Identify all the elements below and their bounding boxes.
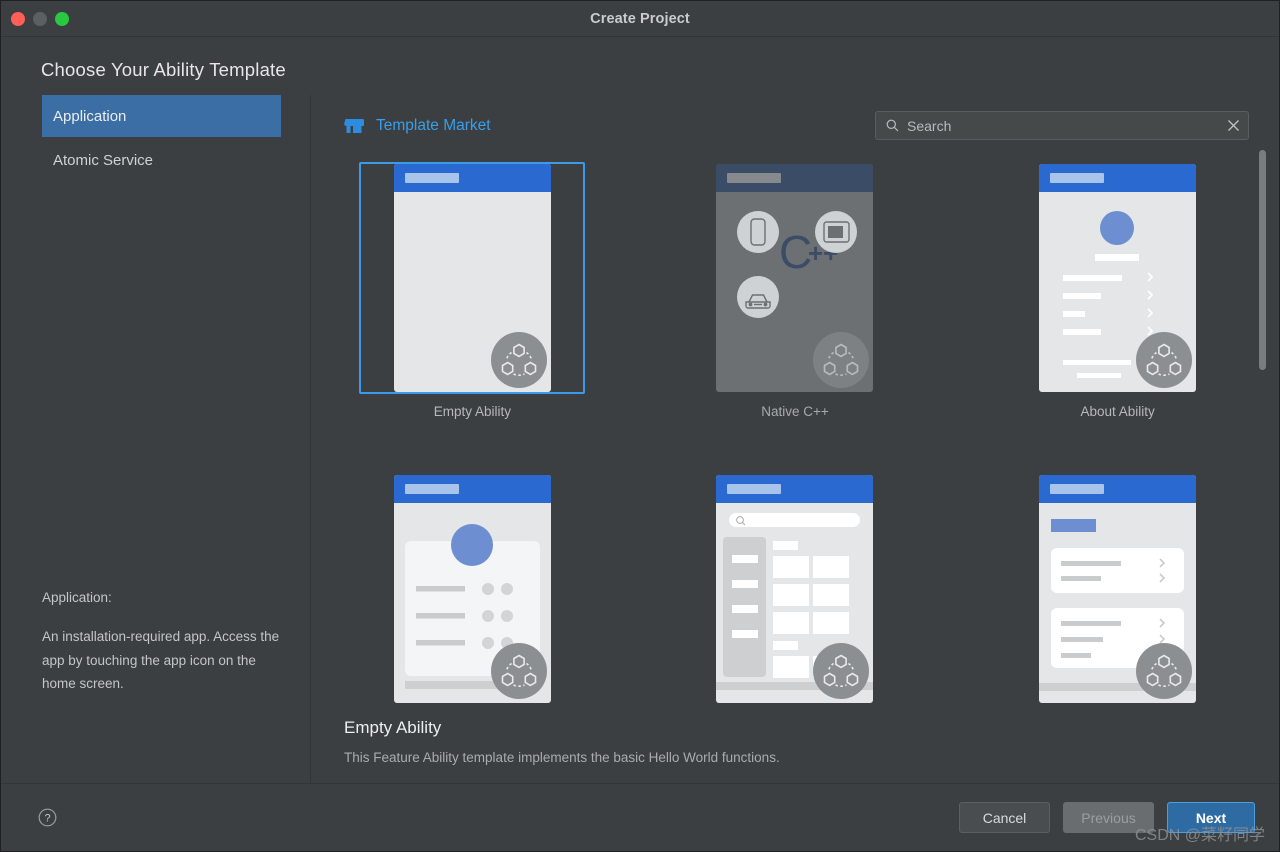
- template-detail-description: This Feature Ability template implements…: [344, 750, 780, 765]
- template-label: About Ability: [1080, 404, 1155, 419]
- template-preview-category: [716, 475, 874, 703]
- template-label: Native C++: [761, 404, 829, 419]
- template-detail: Empty Ability This Feature Ability templ…: [311, 718, 1279, 783]
- template-thumbnail[interactable]: [1005, 162, 1231, 394]
- harmony-badge-icon: [490, 643, 547, 699]
- search-placeholder: Search: [907, 117, 952, 134]
- harmony-badge-icon: [813, 332, 870, 388]
- category-list: Application Atomic Service: [1, 95, 310, 181]
- template-browser: Template Market Search Empty Ability C +…: [311, 95, 1279, 783]
- mock-title-pill: [1050, 173, 1105, 183]
- template-thumbnail[interactable]: C ++: [682, 162, 908, 394]
- footer-buttons: Cancel Previous Next: [959, 802, 1255, 833]
- template-preview-native: C ++: [716, 164, 874, 392]
- market-row: Template Market Search: [311, 95, 1279, 140]
- template-preview-empty: [393, 164, 551, 392]
- search-input[interactable]: Search: [875, 111, 1249, 140]
- title-bar: Create Project: [1, 1, 1279, 37]
- template-preview-profile: [393, 475, 551, 703]
- store-icon: [344, 117, 365, 135]
- template-preview-settings: [1039, 475, 1197, 703]
- mock-title-pill: [727, 173, 782, 183]
- window-title: Create Project: [590, 10, 690, 27]
- dialog-body: Choose Your Ability Template Application…: [1, 37, 1279, 783]
- template-thumbnail[interactable]: [682, 473, 908, 705]
- template-thumbnail[interactable]: [1005, 473, 1231, 705]
- harmony-badge-icon: [1136, 332, 1193, 388]
- template-card-category[interactable]: [680, 473, 910, 715]
- search-icon: [886, 119, 899, 132]
- category-description-text: An installation-required app. Access the…: [42, 629, 280, 691]
- create-project-window: Create Project Choose Your Ability Templ…: [0, 0, 1280, 852]
- next-button[interactable]: Next: [1167, 802, 1255, 833]
- close-icon[interactable]: [1227, 119, 1240, 132]
- svg-text:?: ?: [44, 813, 50, 825]
- dialog-footer: ? Cancel Previous Next CSDN @菜籽同学: [1, 783, 1279, 851]
- mock-title-pill: [404, 484, 459, 494]
- template-card-about-ability[interactable]: About Ability: [1003, 162, 1233, 419]
- template-card-empty-ability[interactable]: Empty Ability: [357, 162, 587, 419]
- template-card-settings[interactable]: [1003, 473, 1233, 715]
- template-grid-wrapper: Empty Ability C ++ Native C++ About Abil…: [311, 140, 1279, 718]
- template-grid-scrollbar[interactable]: [1259, 150, 1266, 660]
- mock-title-pill: [404, 173, 459, 183]
- content-area: Application Atomic Service Application: …: [1, 95, 1279, 783]
- mock-appbar: [1039, 475, 1197, 503]
- help-icon[interactable]: ?: [38, 808, 57, 827]
- template-card-profile[interactable]: [357, 473, 587, 715]
- scrollbar-thumb[interactable]: [1259, 150, 1266, 370]
- previous-button[interactable]: Previous: [1063, 802, 1154, 833]
- sidebar-item-atomic-service[interactable]: Atomic Service: [42, 139, 281, 181]
- sidebar-item-label: Atomic Service: [53, 151, 154, 169]
- template-category-sidebar: Application Atomic Service Application: …: [1, 95, 311, 783]
- harmony-badge-icon: [1136, 643, 1193, 699]
- page-title: Choose Your Ability Template: [41, 59, 286, 80]
- mock-appbar: [393, 164, 551, 192]
- cancel-button[interactable]: Cancel: [959, 802, 1050, 833]
- sidebar-item-label: Application: [53, 107, 127, 125]
- template-market-label: Template Market: [376, 116, 491, 134]
- mock-appbar: [393, 475, 551, 503]
- category-description-title: Application:: [42, 590, 112, 606]
- template-label: Empty Ability: [433, 404, 511, 419]
- template-thumbnail[interactable]: [359, 473, 585, 705]
- template-detail-title: Empty Ability: [344, 718, 442, 737]
- mock-appbar: [716, 164, 874, 192]
- template-preview-about: [1039, 164, 1197, 392]
- mock-title-pill: [727, 484, 782, 494]
- harmony-badge-icon: [813, 643, 870, 699]
- mock-appbar: [1039, 164, 1197, 192]
- template-market-link[interactable]: Template Market: [344, 117, 491, 135]
- mock-title-pill: [1050, 484, 1105, 494]
- sidebar-item-application[interactable]: Application: [42, 95, 281, 137]
- template-thumbnail[interactable]: [359, 162, 586, 394]
- category-description: Application: An installation-required ap…: [1, 586, 310, 783]
- mock-appbar: [716, 475, 874, 503]
- harmony-badge-icon: [490, 332, 547, 388]
- template-card-native-cpp[interactable]: C ++ Native C++: [680, 162, 910, 419]
- template-grid: Empty Ability C ++ Native C++ About Abil…: [311, 140, 1279, 715]
